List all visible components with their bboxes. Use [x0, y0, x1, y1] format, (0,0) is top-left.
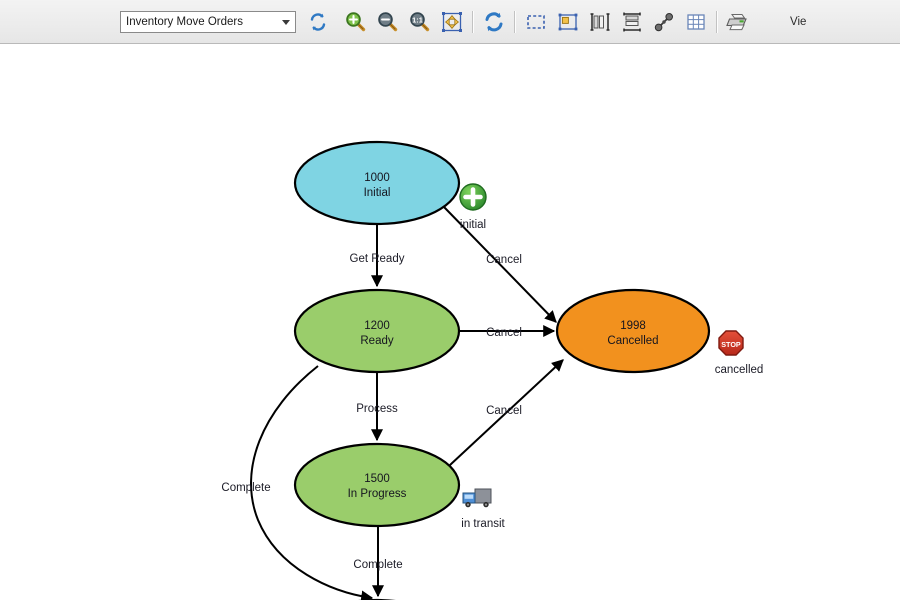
show-grid-button[interactable] [681, 7, 711, 37]
marquee-select-icon [527, 14, 545, 29]
layout-horizontal-button[interactable] [617, 7, 647, 37]
refresh-icon [310, 12, 326, 31]
view-menu-label[interactable]: Vie [790, 16, 806, 28]
badge-initial[interactable]: initial [459, 183, 487, 231]
zoom-out-icon [378, 11, 398, 31]
edge-process[interactable]: Process [356, 372, 398, 442]
zoom-actual-button[interactable]: 1:1 [405, 7, 435, 37]
rows-layout-icon [623, 12, 641, 31]
chevron-down-icon [282, 19, 290, 25]
nodes-layer: 1000 Initial 1200 Ready 1500 In Progress [293, 140, 711, 600]
edge-cancel-inprogress[interactable]: Cancel [449, 359, 564, 466]
fit-to-window-button[interactable] [437, 7, 467, 37]
link-nodes-button[interactable] [649, 7, 679, 37]
toolbar-separator-3 [716, 10, 718, 33]
columns-layout-icon [590, 12, 610, 31]
zoom-in-icon [346, 11, 366, 31]
edge-label-cancel-ready: Cancel [486, 327, 522, 339]
node-1500-code: 1500 [364, 473, 390, 485]
stop-glyph-text: STOP [721, 340, 741, 349]
node-1000-label: Initial [364, 187, 391, 199]
reload-icon [485, 11, 503, 31]
edge-get-ready[interactable]: Get Ready [350, 224, 405, 288]
diagram-selector-value: Inventory Move Orders [126, 15, 243, 28]
edge-complete-inprogress[interactable]: Complete [353, 526, 403, 598]
badge-in-transit[interactable]: in transit [461, 488, 506, 530]
node-1998-code: 1998 [620, 320, 646, 332]
edge-label-cancel-inprogress: Cancel [486, 405, 522, 417]
workflow-diagram-app: Inventory Move Orders 1:1 Vie Get Ready … [0, 0, 900, 600]
truck-icon [462, 488, 492, 508]
edge-label-cancel-initial: Cancel [486, 254, 522, 266]
badge-label-in-transit: in transit [461, 518, 505, 530]
edge-label-get-ready: Get Ready [350, 253, 405, 265]
node-1200-code: 1200 [364, 320, 390, 332]
select-region-button[interactable] [521, 7, 551, 37]
toolbar-separator-1 [472, 10, 474, 33]
printer-icon [726, 13, 747, 30]
node-1998-cancelled[interactable]: 1998 Cancelled [555, 288, 711, 374]
node-1200-label: Ready [360, 335, 393, 347]
zoom-1-1-icon: 1:1 [410, 11, 430, 31]
edge-label-complete-ready: Complete [221, 482, 270, 494]
svg-text:1:1: 1:1 [412, 15, 423, 24]
node-1000-initial[interactable]: 1000 Initial [293, 140, 461, 226]
edge-cancel-ready[interactable]: Cancel [459, 325, 556, 339]
node-1500-in-progress[interactable]: 1500 In Progress [293, 442, 461, 528]
diagram-selector-dropdown[interactable]: Inventory Move Orders [120, 10, 296, 33]
diagram-canvas[interactable]: Get Ready Cancel Cancel Process Cancel C… [0, 45, 900, 600]
badge-label-cancelled: cancelled [715, 364, 764, 376]
toolbar-left-spacer [8, 21, 120, 22]
diagram-svg: Get Ready Cancel Cancel Process Cancel C… [221, 140, 764, 600]
badge-cancelled[interactable]: STOP cancelled [715, 330, 764, 376]
snap-to-grid-button[interactable] [553, 7, 583, 37]
toolbar-separator-2 [514, 10, 516, 33]
snap-icon [558, 13, 578, 30]
layout-vertical-button[interactable] [585, 7, 615, 37]
zoom-in-button[interactable] [341, 7, 371, 37]
badges-layer: initial STOP cancelled in transit [459, 183, 764, 530]
link-icon [654, 12, 674, 31]
edges-layer: Get Ready Cancel Cancel Process Cancel C… [221, 206, 564, 600]
node-1200-ready[interactable]: 1200 Ready [293, 288, 461, 374]
grid-icon [687, 13, 705, 30]
node-1998-label: Cancelled [607, 335, 658, 347]
node-1500-label: In Progress [348, 488, 407, 500]
badge-label-initial: initial [460, 219, 486, 231]
print-diagram-button[interactable] [723, 7, 753, 37]
edge-label-complete-inprogress: Complete [353, 559, 402, 571]
fit-page-icon [442, 11, 462, 32]
zoom-out-button[interactable] [373, 7, 403, 37]
node-1000-code: 1000 [364, 172, 390, 184]
reload-layout-button[interactable] [479, 7, 509, 37]
edge-label-process: Process [356, 403, 398, 415]
refresh-diagram-button[interactable] [303, 7, 333, 37]
toolbar: Inventory Move Orders 1:1 Vie [0, 0, 900, 44]
